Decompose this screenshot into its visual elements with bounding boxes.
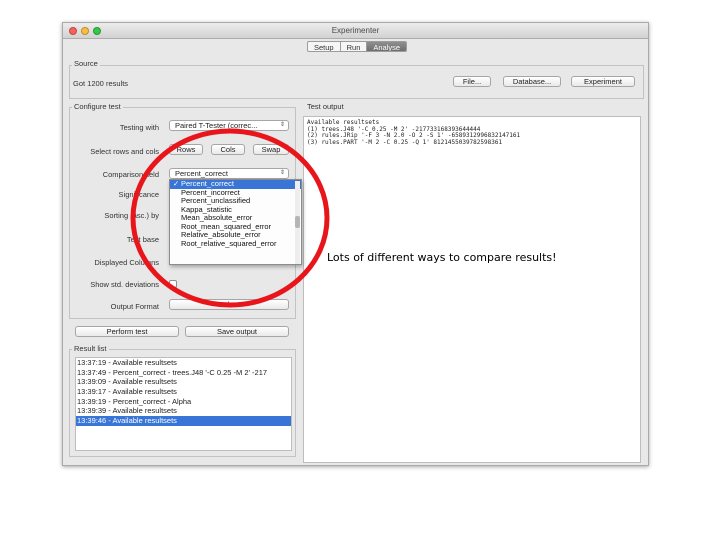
testing-with-label: Testing with [119,123,159,132]
testing-with-select[interactable]: Paired T-Tester (correc... ⇕ [169,120,289,131]
result-list-label: Result list [72,344,109,353]
experimenter-window: Experimenter Setup Run Analyse Source Go… [62,22,649,466]
comparison-field-label: Comparison field [102,170,159,179]
result-list-item[interactable]: 13:39:09 - Available resultsets [76,377,291,387]
result-list-item[interactable]: 13:39:19 - Percent_correct - Alpha [76,397,291,407]
comparison-field-select[interactable]: Percent_correct ⇕ [169,168,289,179]
tab-analyse[interactable]: Analyse [367,42,407,51]
perform-test-button[interactable]: Perform test [75,326,179,337]
test-output-area[interactable]: Available resultsets (1) trees.J48 '-C 0… [303,116,641,463]
result-list-item-selected[interactable]: 13:39:46 - Available resultsets [76,416,291,426]
show-std-checkbox[interactable] [169,280,177,288]
result-list-item[interactable]: 13:37:49 - Percent_correct - trees.J48 '… [76,368,291,378]
swap-button[interactable]: Swap [253,144,289,155]
output-format-label: Output Format [110,302,159,311]
experiment-button[interactable]: Experiment [571,76,635,87]
result-list-item[interactable]: 13:37:19 - Available resultsets [76,358,291,368]
test-output-line: (3) rules.PART '-M 2 -C 0.25 -Q 1' 81214… [307,138,503,146]
checkmark-icon: ✓ [173,179,180,188]
cols-button[interactable]: Cols [211,144,245,155]
tab-setup[interactable]: Setup [308,42,341,51]
dropdown-item-label: Percent_correct [181,179,234,188]
select-rows-cols-label: Select rows and cols [90,147,159,156]
tab-run[interactable]: Run [341,42,368,51]
save-output-button[interactable]: Save output [185,326,289,337]
result-list[interactable]: 13:37:19 - Available resultsets 13:37:49… [75,357,292,451]
dropdown-item-root-relative-squared-error[interactable]: Root_relative_squared_error [170,239,301,249]
window-title: Experimenter [331,26,380,35]
tab-bar: Setup Run Analyse [307,41,408,52]
test-output-label: Test output [305,102,346,111]
testing-with-value: Paired T-Tester (correc... [175,121,258,130]
comparison-field-value: Percent_correct [175,169,228,178]
dropdown-scroll-thumb[interactable] [295,216,300,228]
test-base-label: Test base [126,235,159,244]
displayed-columns-label: Displayed Columns [94,258,159,267]
source-status: Got 1200 results [73,79,129,88]
sorting-label: Sorting (asc.) by [104,211,159,220]
output-format-button[interactable]: Select [169,299,289,310]
title-bar: Experimenter [63,23,648,39]
comparison-field-dropdown[interactable]: ✓ Percent_correct Percent_incorrect Perc… [169,179,302,265]
significance-label: Significance [118,190,159,199]
result-list-item[interactable]: 13:39:39 - Available resultsets [76,406,291,416]
rows-button[interactable]: Rows [169,144,203,155]
updown-arrows-icon: ⇕ [279,122,285,128]
updown-arrows-icon: ⇕ [279,170,285,176]
annotation-text: Lots of different ways to compare result… [327,251,557,264]
source-group-label: Source [72,59,100,68]
configure-test-label: Configure test [72,102,123,111]
result-list-item[interactable]: 13:39:17 - Available resultsets [76,387,291,397]
file-button[interactable]: File... [453,76,491,87]
database-button[interactable]: Database... [503,76,561,87]
show-std-label: Show std. deviations [90,280,159,289]
